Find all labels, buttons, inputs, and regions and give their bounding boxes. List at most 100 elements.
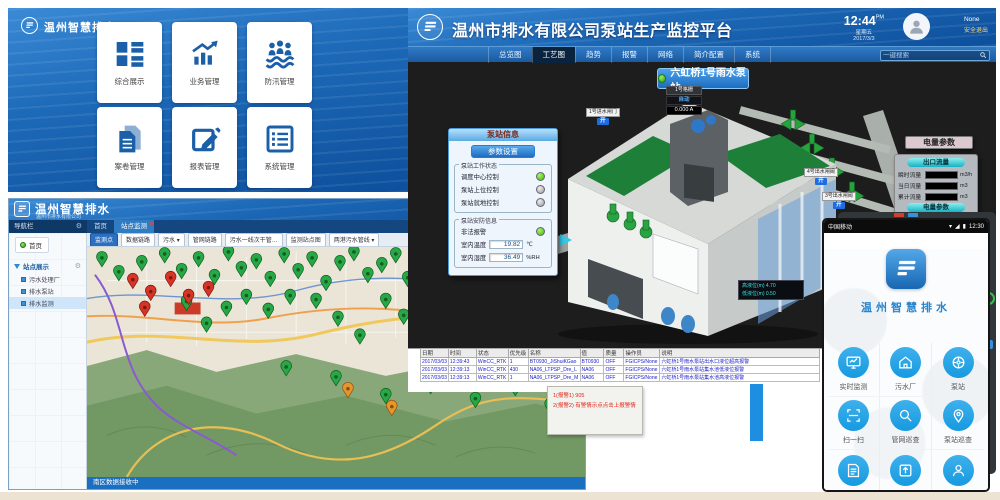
scada-tab-5[interactable]: 网络 [647, 47, 683, 63]
table-row[interactable]: 2017/03/0312:39:13WinCC_RTK430NA06_LTPSP… [421, 366, 820, 374]
temperature-value: 19.82 [489, 240, 523, 249]
search-input[interactable] [883, 52, 979, 59]
dashboard-tile-3[interactable]: 防汛管理 [247, 22, 312, 103]
phone-app-3[interactable]: 泵站 [932, 343, 984, 397]
valve-label: 3号出水闸阀 [822, 192, 856, 201]
map-toolbar-button-3[interactable]: 污水 ▾ [158, 233, 185, 247]
humidity-value: 36.49 [489, 253, 523, 262]
grille-state: 自动 [666, 96, 702, 105]
temperature-row: 室内温度 19.82 ℃ [459, 238, 547, 251]
info-panel-title: 泵站信息 [449, 129, 557, 141]
work-status-row: 泵站上位控制 [459, 183, 547, 196]
map-toolbar-button-6[interactable]: 监测站点图 [286, 233, 326, 247]
app-icon-circle [943, 455, 974, 486]
column-header: 质量 [604, 349, 624, 358]
table-cell: FGICPS/None [624, 374, 660, 382]
security-legend: 泵站安防信息 [459, 216, 499, 225]
electric-parameters-button[interactable]: 电量参数 [905, 136, 973, 149]
map-toolbar-button-1[interactable]: 监测点 [90, 233, 118, 247]
tile-label: 综合展示 [115, 76, 145, 87]
sidebar-item-home[interactable]: 首页 [15, 237, 49, 253]
table-cell: 12:39:43 [448, 358, 476, 366]
table-cell: 六虹桥1号雨水泵站出水口液位超高报警 [660, 358, 820, 366]
gear-icon[interactable]: ⚙ [76, 220, 82, 233]
table-cell: 1 [508, 358, 528, 366]
security-group: 泵站安防信息 非法报警 室内温度 19.82 ℃ 室内湿度 36.49 %RH [454, 219, 552, 268]
station-info-panel: 泵站信息 参数设置 泵站工作状态 调度中心控制泵站上位控制泵站就地控制 泵站安防… [448, 128, 558, 276]
scada-tab-4[interactable]: 报警 [611, 47, 647, 63]
table-body: 2017/03/0312:39:43WinCC_RTK1BT0930_JiShu… [421, 358, 820, 382]
dashboard-tile-4[interactable]: 案卷管理 [97, 107, 162, 188]
table-cell: 12:39:13 [448, 366, 476, 374]
phone-app-5[interactable]: 管网巡查 [880, 397, 932, 451]
phone-app-7[interactable]: 积水点上报 [828, 450, 880, 492]
phone-app-8[interactable]: 事件上报 [880, 450, 932, 492]
grille-label: 1号格栅 [666, 86, 702, 95]
dashboard-tile-6[interactable]: 系统管理 [247, 107, 312, 188]
app-label: 实时监测 [840, 382, 868, 392]
map-toolbar-button-7[interactable]: 两港污水管线 ▾ [329, 233, 380, 247]
parameter-settings-button[interactable]: 参数设置 [471, 145, 535, 158]
scada-tab-6[interactable]: 简介配置 [683, 47, 734, 63]
dashboard-tile-2[interactable]: 业务管理 [172, 22, 237, 103]
search-icon[interactable] [979, 51, 987, 59]
phone2-tab-red [894, 213, 904, 217]
app-icon-circle [943, 347, 974, 378]
data-row: 当日流量m3 [898, 181, 974, 190]
map-toolbar-button-2[interactable]: 数据链路 [121, 233, 155, 247]
app-label: 污水厂 [895, 382, 916, 392]
phone-app-6[interactable]: 泵站巡查 [932, 397, 984, 451]
search-icon [897, 407, 914, 424]
phone-app-2[interactable]: 污水厂 [880, 343, 932, 397]
pump-icon [950, 354, 967, 371]
sidebar-tree-item-2[interactable]: 排水泵站 [9, 285, 86, 297]
map-toolbar-button-4[interactable]: 管网链路 [188, 233, 222, 247]
status-led-icon [658, 74, 666, 83]
column-header: 优先级 [508, 349, 528, 358]
scada-tab-2[interactable]: 工艺图 [532, 47, 576, 63]
valve-tag: 3号出水闸阀开 [822, 192, 856, 209]
status-icons: ▾ ◢ ▮ 12:30 [949, 223, 984, 230]
scada-tab-1[interactable]: 总览图 [488, 47, 532, 63]
tree-label: 污水处理厂 [29, 275, 60, 284]
patrol-icon [950, 407, 967, 424]
app-label: 扫一扫 [843, 435, 864, 445]
avatar[interactable] [903, 13, 930, 40]
scada-tabs: 总览图工艺图趋势报警网络简介配置系统 [488, 47, 771, 63]
map-tab-1[interactable]: 首页 [87, 220, 114, 233]
scada-tab-7[interactable]: 系统 [734, 47, 771, 63]
dashboard-tile-1[interactable]: 综合展示 [97, 22, 162, 103]
data-row: 瞬时流量m3/h [898, 170, 974, 179]
app-icon-circle [890, 347, 921, 378]
archive-icon [114, 123, 146, 155]
app-icon-circle [838, 455, 869, 486]
table-cell: WinCC_RTK [476, 366, 508, 374]
app-logo-icon [21, 17, 38, 34]
table-cell: 六虹桥1号雨水泵站集水池低液位报警 [660, 366, 820, 374]
sidebar-group-stations[interactable]: 站点展示 ⚙ [9, 259, 86, 273]
scrollbar-fragment[interactable] [750, 384, 763, 441]
sidebar-tree: 污水处理厂排水泵站排水监测 [9, 273, 86, 309]
sidebar-tree-item-3[interactable]: 排水监测 [9, 297, 86, 309]
dashboard-tile-5[interactable]: 报表管理 [172, 107, 237, 188]
app-icon-circle [943, 400, 974, 431]
app-label: 积水点上报 [836, 490, 871, 492]
table-cell: NA06 [580, 374, 604, 382]
alarm-table[interactable]: 日期时间状态优先级名称值质量操作员说明2017/03/0312:39:43Win… [420, 348, 820, 382]
phone-app-1[interactable]: 实时监测 [828, 343, 880, 397]
tile-label: 防汛管理 [265, 76, 295, 87]
phone-app-9[interactable]: 个人中心 [932, 450, 984, 492]
table-row[interactable]: 2017/03/0312:39:13WinCC_RTK1NA06_LTPSP_D… [421, 374, 820, 382]
map-toolbar-button-5[interactable]: 污水一线次干管… [225, 233, 283, 247]
wifi-icon: ▾ [949, 223, 952, 230]
scada-tab-3[interactable]: 趋势 [575, 47, 611, 63]
tile-label: 报表管理 [190, 161, 220, 172]
logout-link[interactable]: 安全退出 [964, 28, 988, 35]
gear-icon[interactable]: ⚙ [75, 262, 81, 270]
phone-app-4[interactable]: 扫一扫 [828, 397, 880, 451]
table-row[interactable]: 2017/03/0312:39:43WinCC_RTK1BT0930_JiShu… [421, 358, 820, 366]
navbar-label: 导航栏 [14, 220, 34, 233]
sidebar-tree-item-1[interactable]: 污水处理厂 [9, 273, 86, 285]
map-tab-2[interactable]: 站点监测 [114, 220, 154, 233]
power-panel-title: 电量参数 [907, 203, 965, 212]
